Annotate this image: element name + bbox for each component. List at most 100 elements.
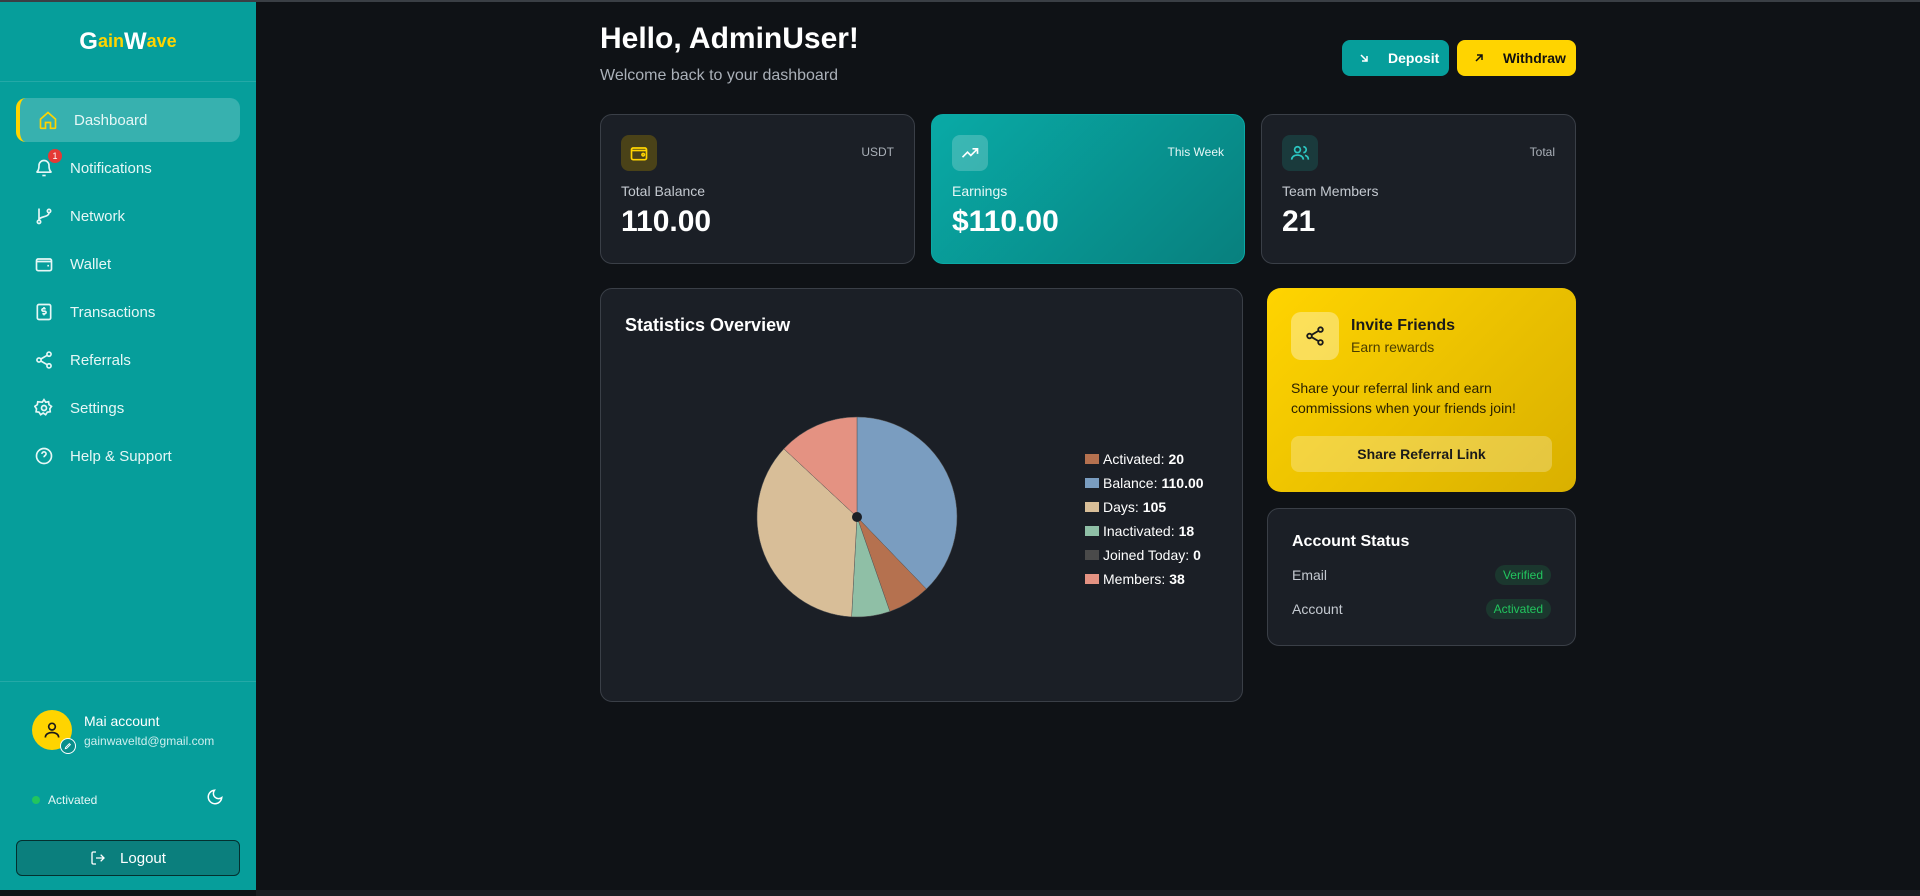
- sidebar-footer: Mai account gainwaveltd@gmail.com Activa…: [0, 681, 256, 811]
- legend-label: Members:: [1103, 571, 1166, 587]
- logo-text-ave: ave: [146, 31, 177, 51]
- avatar[interactable]: [32, 710, 76, 754]
- moon-icon[interactable]: [206, 788, 224, 811]
- card-label: Earnings: [952, 183, 1008, 199]
- logout-button[interactable]: Logout: [16, 840, 240, 876]
- legend-value: 38: [1169, 571, 1185, 587]
- card-tag: USDT: [861, 145, 894, 159]
- users-icon: [1282, 135, 1318, 171]
- invite-description: Share your referral link and earn commis…: [1291, 380, 1516, 416]
- legend-swatch: [1085, 478, 1099, 488]
- sidebar-item-referrals[interactable]: Referrals: [16, 338, 240, 382]
- sidebar-item-label: Network: [70, 207, 126, 225]
- sidebar-item-label: Transactions: [70, 303, 156, 321]
- card-label: Team Members: [1282, 183, 1379, 199]
- sidebar-item-settings[interactable]: Settings: [16, 386, 240, 430]
- legend-swatch: [1085, 526, 1099, 536]
- account-status-card: Account Status Email Verified Account Ac…: [1267, 508, 1576, 646]
- legend-swatch: [1085, 454, 1099, 464]
- legend-item[interactable]: Balance: 110.00: [1085, 471, 1204, 495]
- legend-value: 20: [1168, 451, 1185, 467]
- share-icon: [32, 348, 56, 372]
- legend-label: Activated:: [1103, 451, 1165, 467]
- total-balance-card: USDT Total Balance 110.00: [600, 114, 915, 264]
- edit-avatar-icon[interactable]: [60, 738, 76, 754]
- legend-label: Inactivated:: [1103, 523, 1175, 539]
- logout-icon: [90, 850, 106, 866]
- legend-item[interactable]: Days: 105: [1085, 495, 1204, 519]
- page-title: Hello, AdminUser!: [600, 22, 859, 55]
- status-dot: [32, 795, 40, 804]
- chart-legend: Activated: 20 Balance: 110.00 Days: 105 Inacti…: [1085, 447, 1204, 591]
- sidebar-item-transactions[interactable]: Transactions: [16, 290, 240, 334]
- user-icon: [44, 722, 60, 738]
- account-info[interactable]: Mai account gainwaveltd@gmail.com: [0, 682, 256, 754]
- status-badge: Verified: [1494, 565, 1551, 585]
- top-border: [0, 0, 1920, 2]
- invite-subtitle: Earn rewards: [1351, 339, 1435, 355]
- bottom-strip: [256, 890, 1920, 896]
- statistics-overview-panel: Statistics Overview Activated: 20 Balance:…: [600, 288, 1243, 702]
- card-value: $110.00: [952, 205, 1059, 238]
- legend-value: 105: [1142, 499, 1167, 515]
- legend-label: Joined Today:: [1103, 547, 1190, 563]
- legend-value: 18: [1178, 523, 1195, 539]
- legend-swatch: [1085, 550, 1099, 560]
- legend-value: 0: [1193, 547, 1201, 563]
- legend-swatch: [1085, 574, 1099, 584]
- status-badge: Activated: [1485, 599, 1551, 619]
- legend-label: Days:: [1103, 499, 1139, 515]
- arrow-down-right-icon: [1354, 48, 1374, 68]
- sidebar: Gain Wave Dashboard 1 Notifications Netwo…: [0, 2, 256, 890]
- legend-item[interactable]: Inactivated: 18: [1085, 519, 1204, 543]
- legend-item[interactable]: Members: 38: [1085, 567, 1204, 591]
- sidebar-item-label: Dashboard: [74, 111, 148, 129]
- share-referral-link-button[interactable]: Share Referral Link: [1291, 436, 1552, 472]
- help-circle-icon: [32, 444, 56, 468]
- home-icon: [36, 108, 60, 132]
- account-name: Mai account: [84, 712, 160, 729]
- invite-friends-card: Invite Friends Earn rewards Share your r…: [1267, 288, 1576, 492]
- logo-letter-g: G: [79, 27, 98, 55]
- sidebar-item-help[interactable]: Help & Support: [16, 434, 240, 478]
- sidebar-item-notifications[interactable]: 1 Notifications: [16, 146, 240, 190]
- pie-center-dot: [852, 512, 862, 522]
- team-members-card: Total Team Members 21: [1261, 114, 1576, 264]
- account-status-title: Account Status: [1292, 533, 1410, 550]
- card-tag: Total: [1529, 145, 1555, 159]
- git-branch-icon: [32, 204, 56, 228]
- deposit-button[interactable]: Deposit: [1342, 40, 1449, 76]
- sidebar-item-network[interactable]: Network: [16, 194, 240, 238]
- account-email: gainwaveltd@gmail.com: [84, 733, 215, 748]
- status-row-email: Email Verified: [1292, 565, 1551, 585]
- sidebar-item-dashboard[interactable]: Dashboard: [16, 98, 240, 142]
- trending-up-icon: [952, 135, 988, 171]
- dollar-receipt-icon: [32, 300, 56, 324]
- card-value: 21: [1282, 205, 1316, 238]
- legend-item[interactable]: Joined Today: 0: [1085, 543, 1204, 567]
- sidebar-item-label: Referrals: [70, 351, 131, 369]
- status-label: Activated: [48, 792, 98, 807]
- status-row-label: Email: [1292, 567, 1328, 583]
- withdraw-label: Withdraw: [1503, 50, 1566, 66]
- legend-item[interactable]: Activated: 20: [1085, 447, 1204, 471]
- bell-icon: 1: [32, 149, 62, 180]
- sidebar-item-label: Notifications: [70, 159, 152, 177]
- withdraw-button[interactable]: Withdraw: [1457, 40, 1576, 76]
- account-status: Activated: [32, 793, 97, 807]
- brand-logo[interactable]: Gain Wave: [0, 2, 256, 82]
- status-row-account: Account Activated: [1292, 599, 1551, 619]
- card-value: 110.00: [621, 205, 712, 238]
- logo-letter-w: W: [123, 27, 147, 55]
- wallet-icon: [32, 252, 56, 276]
- sidebar-item-wallet[interactable]: Wallet: [16, 242, 240, 286]
- arrow-up-right-icon: [1469, 48, 1489, 68]
- card-tag: This Week: [1167, 145, 1224, 159]
- share-icon: [1291, 312, 1339, 360]
- page-subtitle: Welcome back to your dashboard: [600, 67, 839, 84]
- sidebar-item-label: Settings: [70, 399, 125, 417]
- sidebar-item-label: Help & Support: [70, 447, 172, 465]
- deposit-label: Deposit: [1388, 50, 1440, 66]
- status-row-label: Account: [1292, 601, 1343, 617]
- notification-badge: 1: [48, 149, 62, 163]
